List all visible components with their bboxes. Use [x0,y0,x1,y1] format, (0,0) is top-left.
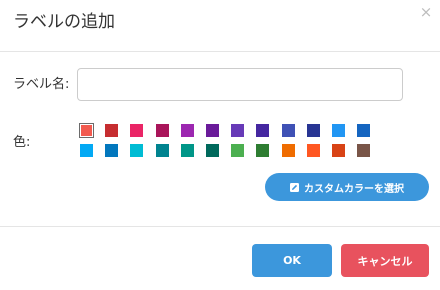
custom-color-button[interactable]: カスタムカラーを選択 [265,173,429,201]
color-swatch[interactable] [80,144,93,157]
color-swatch[interactable] [307,124,320,137]
color-swatch[interactable] [357,144,370,157]
color-swatch[interactable] [156,144,169,157]
cancel-button[interactable]: キャンセル [341,244,429,277]
color-swatch[interactable] [256,144,269,157]
color-swatch[interactable] [332,124,345,137]
color-swatch[interactable] [105,144,118,157]
custom-color-label: カスタムカラーを選択 [304,183,404,195]
color-swatch[interactable] [156,124,169,137]
color-swatch[interactable] [357,124,370,137]
color-swatch[interactable] [332,144,345,157]
color-swatch[interactable] [130,124,143,137]
color-swatch[interactable] [206,124,219,137]
dialog-header: ラベルの追加 × [0,0,440,52]
label-name-input[interactable] [77,68,403,101]
edit-square-icon [290,182,299,192]
color-swatch[interactable] [181,124,194,137]
color-swatch[interactable] [181,144,194,157]
color-swatch[interactable] [79,123,94,138]
color-swatch[interactable] [282,124,295,137]
color-swatch[interactable] [130,144,143,157]
add-label-dialog: ラベルの追加 × ラベル名: 色: カスタムカラーを選択 OK キャンセル [0,0,440,290]
color-swatch[interactable] [231,124,244,137]
color-swatch[interactable] [282,144,295,157]
ok-button[interactable]: OK [252,244,332,277]
color-palette [79,123,420,160]
color-swatch[interactable] [105,124,118,137]
color-swatch[interactable] [307,144,320,157]
label-name-label: ラベル名: [13,77,70,92]
color-label: 色: [13,135,31,150]
color-swatch[interactable] [256,124,269,137]
color-swatch[interactable] [231,144,244,157]
color-swatch[interactable] [206,144,219,157]
dialog-footer: OK キャンセル [0,226,440,290]
dialog-title: ラベルの追加 [13,12,115,32]
close-icon[interactable]: × [419,5,433,20]
